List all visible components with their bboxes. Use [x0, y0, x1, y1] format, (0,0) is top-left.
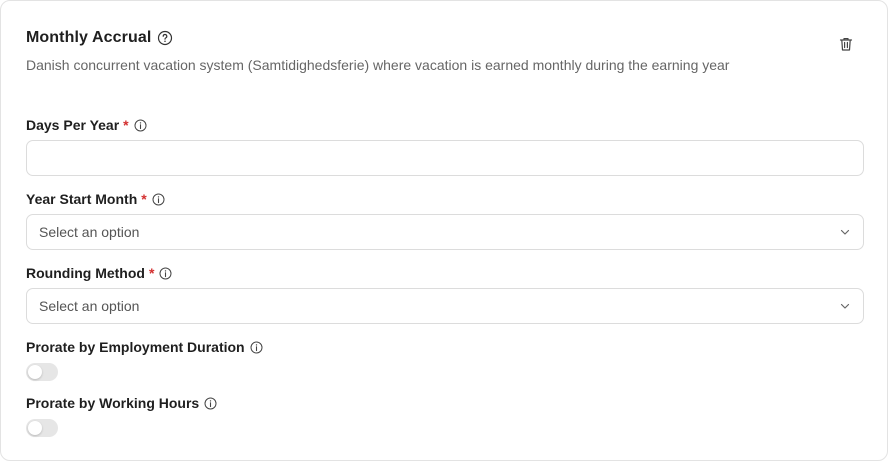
chevron-down-icon — [839, 300, 851, 312]
prorate-hours-label-row: Prorate by Working Hours — [26, 394, 864, 412]
required-asterisk: * — [148, 265, 155, 281]
prorate-employment-toggle[interactable] — [26, 363, 58, 381]
trash-icon — [838, 36, 854, 52]
prorate-hours-field: Prorate by Working Hours — [26, 394, 864, 437]
rounding-method-label-row: Rounding Method * — [26, 264, 864, 282]
days-per-year-label: Days Per Year — [26, 117, 120, 133]
chevron-down-icon — [839, 226, 851, 238]
required-asterisk: * — [141, 191, 147, 207]
rounding-method-selected: Select an option — [39, 298, 140, 314]
card-subtitle: Danish concurrent vacation system (Samti… — [26, 57, 730, 73]
info-circle-icon[interactable] — [250, 341, 263, 354]
question-circle-icon[interactable] — [157, 30, 173, 46]
days-per-year-field: Days Per Year * — [26, 116, 864, 176]
days-per-year-label-row: Days Per Year * — [26, 116, 864, 134]
prorate-employment-label: Prorate by Employment Duration — [26, 339, 245, 355]
rounding-method-label: Rounding Method — [26, 265, 145, 281]
rounding-method-field: Rounding Method * Select an option — [26, 264, 864, 324]
card-title: Monthly Accrual — [26, 29, 152, 46]
required-asterisk: * — [123, 117, 129, 133]
prorate-employment-field: Prorate by Employment Duration — [26, 338, 864, 381]
rounding-method-select[interactable]: Select an option — [26, 288, 864, 324]
prorate-hours-toggle[interactable] — [26, 419, 58, 437]
info-circle-icon[interactable] — [152, 193, 165, 206]
info-circle-icon[interactable] — [159, 267, 172, 280]
year-start-month-field: Year Start Month * Select an option — [26, 190, 864, 250]
year-start-month-label-row: Year Start Month * — [26, 190, 864, 208]
prorate-employment-label-row: Prorate by Employment Duration — [26, 338, 864, 356]
year-start-month-select[interactable]: Select an option — [26, 214, 864, 250]
prorate-hours-label: Prorate by Working Hours — [26, 395, 200, 411]
monthly-accrual-card: Monthly Accrual Danish concurrent vacati… — [0, 0, 888, 461]
card-header: Monthly Accrual Danish concurrent vacati… — [26, 27, 862, 74]
year-start-month-label: Year Start Month — [26, 191, 138, 207]
info-circle-icon[interactable] — [204, 397, 217, 410]
days-per-year-input[interactable] — [26, 140, 864, 176]
title-row: Monthly Accrual — [26, 27, 862, 49]
info-circle-icon[interactable] — [134, 119, 147, 132]
toggle-knob — [28, 365, 42, 379]
toggle-knob — [28, 421, 42, 435]
delete-button[interactable] — [835, 33, 857, 55]
year-start-month-selected: Select an option — [39, 224, 140, 240]
